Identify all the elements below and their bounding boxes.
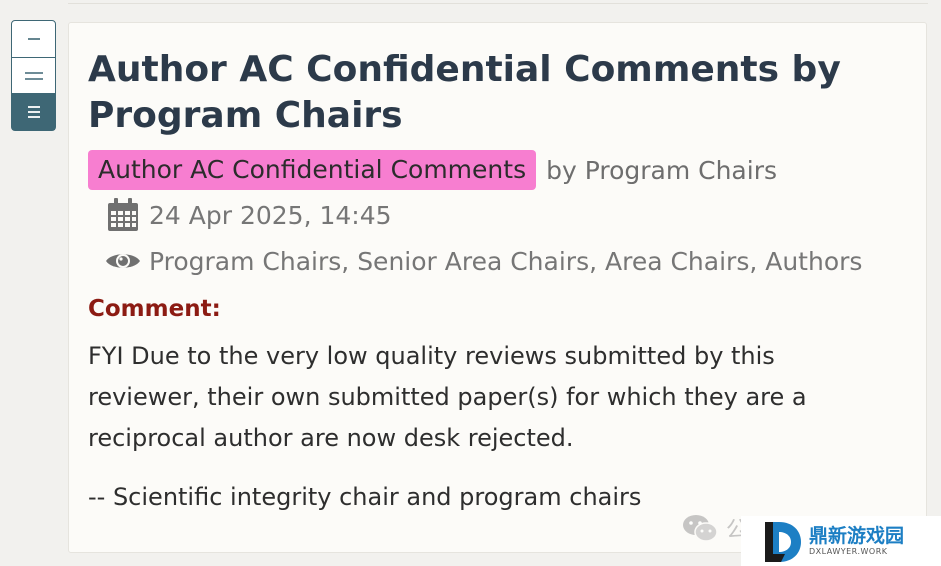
previous-note-edge — [68, 0, 928, 4]
invitation-row: Author AC Confidential Comments by Progr… — [88, 150, 777, 190]
note-readers: Program Chairs, Senior Area Chairs, Area… — [149, 246, 863, 276]
note-view-toggle — [11, 20, 56, 132]
partial-expand-icon[interactable] — [11, 57, 56, 95]
comment-paragraph: FYI Due to the very low quality reviews … — [88, 342, 807, 452]
full-expand-icon[interactable] — [11, 94, 56, 132]
collapse-icon[interactable] — [11, 20, 56, 58]
comment-paragraph: -- Scientific integrity chair and progra… — [88, 483, 642, 511]
site-logo-watermark: 鼎新游戏园 DXLAWYER.WORK — [741, 516, 941, 566]
invitation-badge[interactable]: Author AC Confidential Comments — [88, 150, 537, 190]
eye-icon — [105, 243, 141, 279]
note-date-row: 24 Apr 2025, 14:45 — [105, 197, 392, 233]
calendar-icon — [105, 197, 141, 233]
note-signature: by Program Chairs — [546, 155, 778, 185]
note-readers-row: Program Chairs, Senior Area Chairs, Area… — [105, 243, 862, 279]
dx-logo-icon — [765, 522, 801, 562]
wechat-icon — [683, 515, 718, 542]
note-date: 24 Apr 2025, 14:45 — [149, 200, 392, 230]
logo-en-text: DXLAWYER.WORK — [809, 547, 888, 556]
wechat-watermark: 公 — [682, 512, 748, 544]
comment-field-label: Comment: — [88, 296, 221, 322]
note-title: Author AC Confidential Comments by Progr… — [88, 49, 841, 136]
logo-cn-text: 鼎新游戏园 — [809, 525, 905, 547]
comment-body: FYI Due to the very low quality reviews … — [88, 336, 878, 518]
note-card: Author AC Confidential Comments by Progr… — [68, 22, 927, 553]
